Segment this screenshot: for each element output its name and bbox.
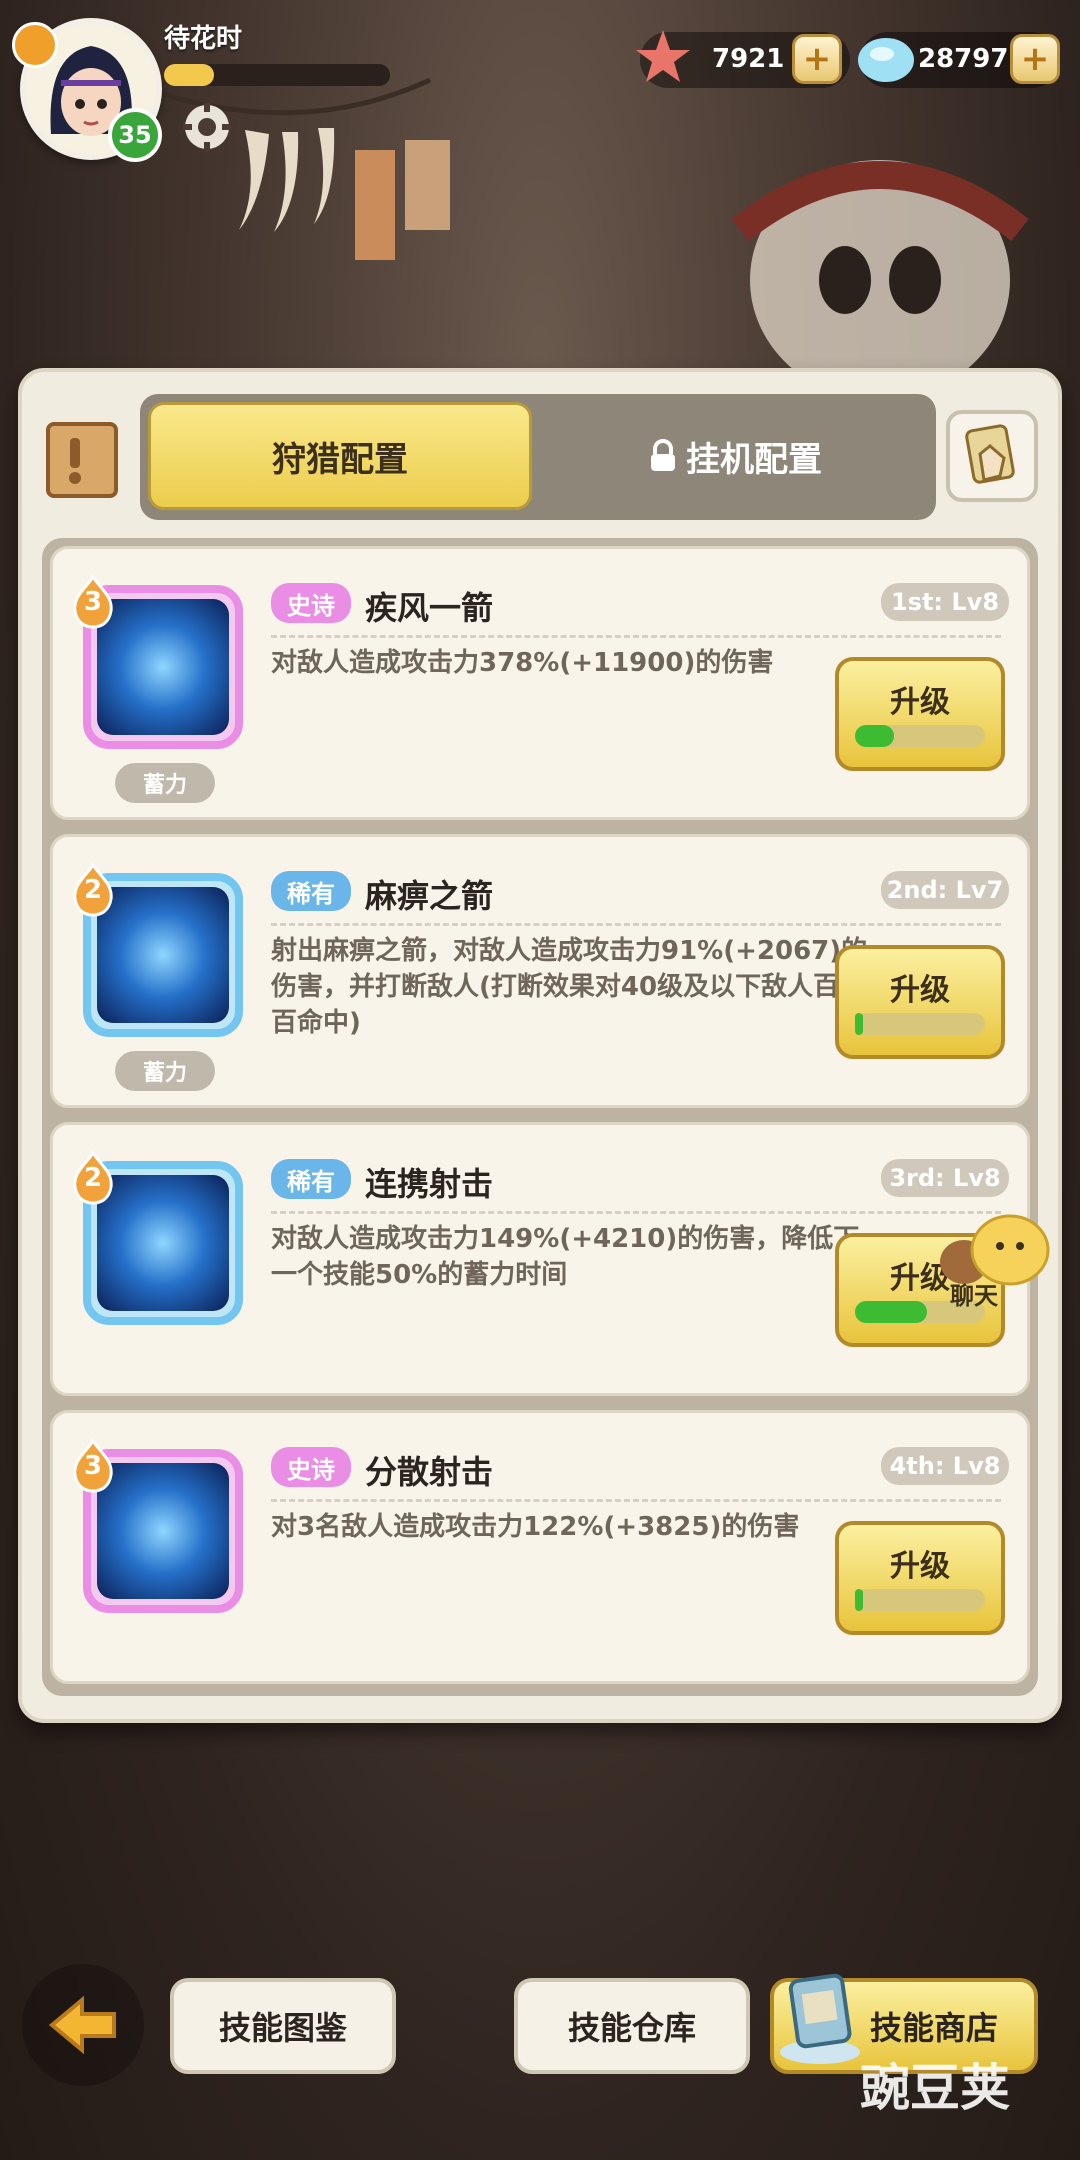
starfish-amount: 7921: [712, 44, 785, 74]
exp-bar-fill: [164, 64, 214, 86]
skill-card[interactable]: 2 蓄力 稀有 麻痹之箭 2nd: Lv7 射出麻痹之箭，对敌人造成攻击力91%…: [50, 834, 1030, 1108]
player-name: 待花时: [164, 24, 243, 54]
skill-description: 对敌人造成攻击力149%(+4210)的伤害，降低下一个技能50%的蓄力时间: [271, 1224, 860, 1290]
guide-button[interactable]: [946, 410, 1038, 502]
skill-name: 连携射击: [365, 1165, 494, 1203]
skill-description: 射出麻痹之箭，对敌人造成攻击力91%(+2067)的伤害，并打断敌人(打断效果对…: [271, 936, 868, 1038]
tab-idle-label: 挂机配置: [686, 439, 822, 480]
tab-hunting-config[interactable]: 狩猎配置: [148, 402, 532, 510]
hand-card-icon: [965, 424, 1015, 484]
upgrade-progress-bar: [855, 1013, 985, 1035]
skill-card[interactable]: 3 蓄力 史诗 疾风一箭 1st: Lv8 对敌人造成攻击力378%(+1190…: [50, 546, 1030, 820]
charge-tag: 蓄力: [115, 763, 215, 803]
config-tabbar: 狩猎配置 挂机配置: [140, 394, 936, 520]
paw-badge-icon: [12, 22, 58, 68]
skill-name: 麻痹之箭: [365, 877, 494, 915]
upgrade-progress-bar: [855, 1589, 985, 1611]
divider: [271, 1211, 1001, 1214]
player-level-badge: 35: [108, 108, 162, 162]
skill-warehouse-label: 技能仓库: [567, 2009, 696, 2047]
chat-icon: [940, 1214, 1050, 1286]
arrow-skill-icon: [97, 887, 229, 1023]
upgrade-label: 升级: [890, 685, 950, 720]
add-starfish-button[interactable]: +: [792, 34, 842, 84]
back-arrow-icon: [48, 1995, 116, 2055]
skill-warehouse-button[interactable]: 技能仓库: [514, 1978, 750, 2074]
chat-label: 聊天: [950, 1282, 998, 1310]
scroll-icon[interactable]: [40, 416, 124, 504]
skill-name: 疾风一箭: [365, 589, 494, 627]
rarity-badge: 史诗: [271, 1447, 351, 1487]
divider: [271, 635, 1001, 638]
skill-codex-button[interactable]: 技能图鉴: [170, 1978, 396, 2074]
gem-icon: [858, 38, 914, 82]
skill-slot-level: 3rd: Lv8: [881, 1159, 1009, 1197]
tab-idle-config[interactable]: 挂机配置: [540, 402, 930, 510]
arrow-skill-icon: [97, 1175, 229, 1311]
star-level-number: 3: [83, 587, 103, 617]
star-level-number: 2: [83, 1163, 103, 1193]
rarity-badge: 史诗: [271, 583, 351, 623]
skill-name: 分散射击: [365, 1453, 494, 1491]
upgrade-progress-fill: [855, 1013, 863, 1035]
gem-currency: 287976 +: [858, 32, 1060, 88]
star-level-number: 3: [83, 1451, 103, 1481]
divider: [271, 923, 1001, 926]
upgrade-button[interactable]: 升级: [835, 1521, 1005, 1635]
gear-icon[interactable]: [180, 100, 234, 154]
skill-card[interactable]: 2 稀有 连携射击 3rd: Lv8 对敌人造成攻击力149%(+4210)的伤…: [50, 1122, 1030, 1396]
arrow-skill-icon: [97, 599, 229, 735]
watermark-logo: 豌豆荚: [730, 2040, 1060, 2120]
starfish-currency: 7921 +: [636, 30, 850, 88]
chat-button[interactable]: [936, 1210, 1056, 1330]
tab-hunting-label: 狩猎配置: [272, 439, 408, 480]
arrow-skill-icon: [97, 1463, 229, 1599]
add-gem-button[interactable]: +: [1010, 34, 1060, 84]
divider: [271, 1499, 1001, 1502]
skill-codex-label: 技能图鉴: [218, 2009, 347, 2047]
upgrade-progress-fill: [855, 1301, 927, 1323]
star-level-number: 2: [83, 875, 103, 905]
upgrade-button[interactable]: 升级: [835, 657, 1005, 771]
charge-tag: 蓄力: [115, 1051, 215, 1091]
skill-slot-level: 2nd: Lv7: [881, 871, 1009, 909]
upgrade-label: 升级: [890, 1549, 950, 1584]
watermark-text: 豌豆荚: [860, 2059, 1010, 2117]
skill-description: 对3名敌人造成攻击力122%(+3825)的伤害: [271, 1512, 800, 1542]
rarity-badge: 稀有: [271, 871, 351, 911]
skill-description: 对敌人造成攻击力378%(+11900)的伤害: [271, 648, 774, 678]
upgrade-button[interactable]: 升级: [835, 945, 1005, 1059]
skill-slot-level: 4th: Lv8: [881, 1447, 1009, 1485]
upgrade-progress-fill: [855, 1589, 863, 1611]
skill-card[interactable]: 3 史诗 分散射击 4th: Lv8 对3名敌人造成攻击力122%(+3825)…: [50, 1410, 1030, 1684]
back-button[interactable]: [22, 1964, 144, 2086]
skill-slot-level: 1st: Lv8: [881, 583, 1009, 621]
upgrade-label: 升级: [890, 973, 950, 1008]
lock-icon: [651, 439, 675, 471]
upgrade-progress-fill: [855, 725, 894, 747]
exp-bar: [164, 64, 390, 86]
upgrade-progress-bar: [855, 725, 985, 747]
rarity-badge: 稀有: [271, 1159, 351, 1199]
starfish-icon: [636, 30, 690, 82]
